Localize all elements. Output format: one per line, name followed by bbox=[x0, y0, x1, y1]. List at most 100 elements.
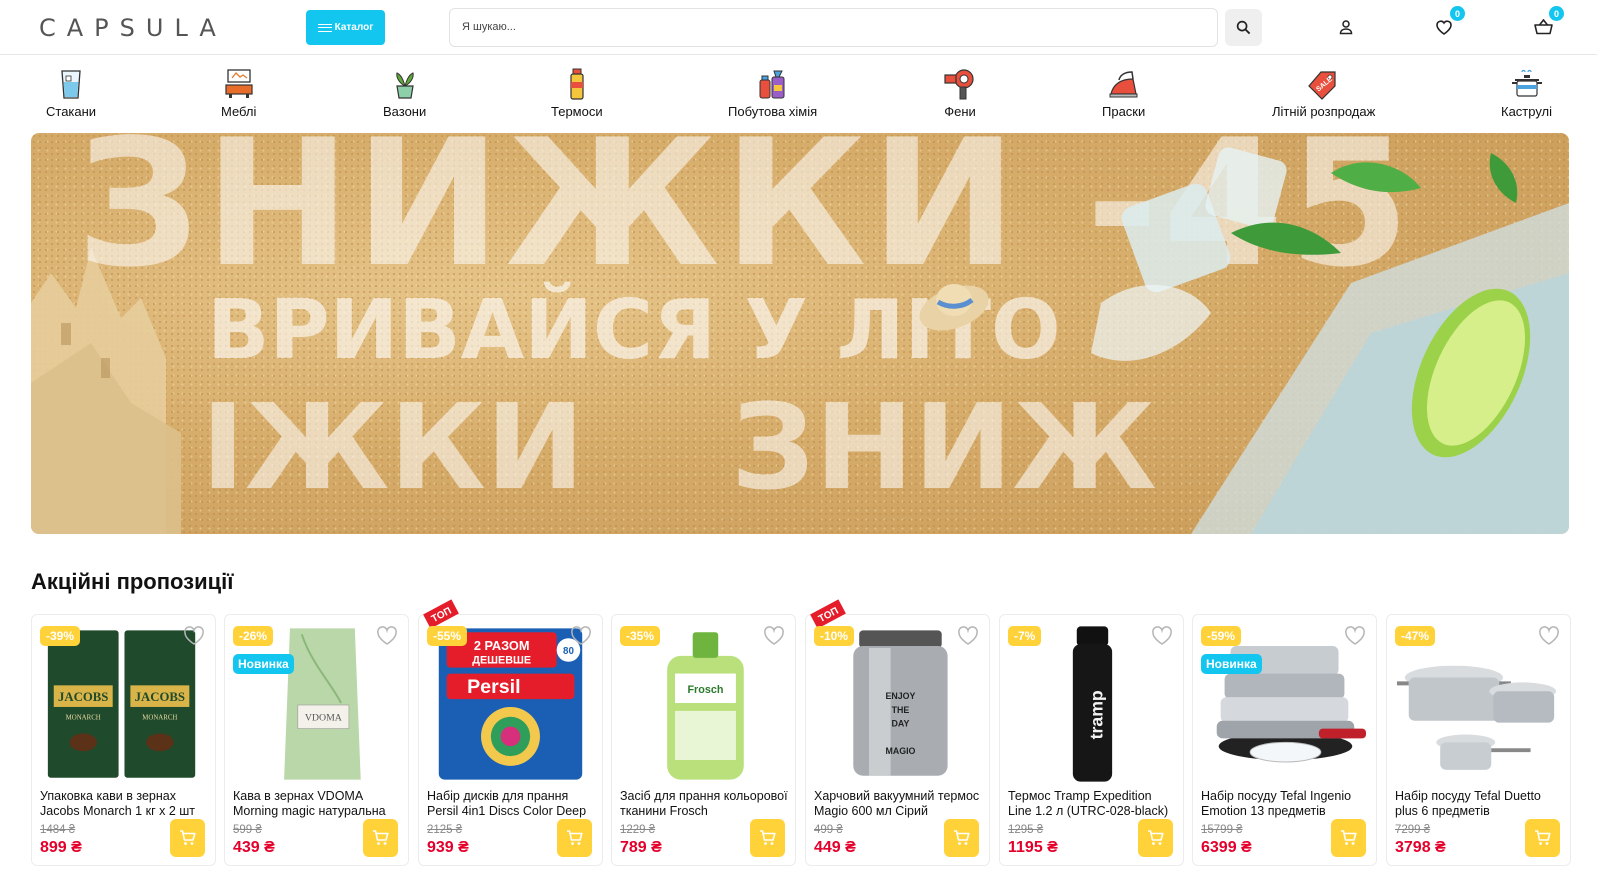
add-to-cart-button[interactable] bbox=[1525, 819, 1560, 857]
category-thermoses[interactable]: Термоси bbox=[551, 68, 603, 119]
product-image[interactable] bbox=[1201, 625, 1368, 785]
product-name[interactable]: Харчовий вакуумний термос Magio 600 мл С… bbox=[814, 789, 984, 820]
svg-text:MONARCH: MONARCH bbox=[142, 715, 177, 722]
svg-text:ENJOY: ENJOY bbox=[885, 691, 915, 701]
product-card[interactable]: 2 РАЗОМ ДЕШЕВШЕ 80 Persil ТОП -55% Набір дискі… bbox=[418, 599, 603, 866]
discount-badge: -47% bbox=[1395, 626, 1436, 646]
category-label: Побутова хімія bbox=[728, 104, 818, 119]
basket-icon bbox=[1533, 19, 1553, 35]
add-to-cart-button[interactable] bbox=[1331, 819, 1366, 857]
add-to-cart-button[interactable] bbox=[1138, 819, 1173, 857]
cart-icon bbox=[180, 830, 196, 845]
product-name[interactable]: Засіб для прання кольорової тканини Fros… bbox=[620, 789, 790, 820]
pot-icon bbox=[1511, 69, 1542, 97]
product-image[interactable]: ENJOY THE DAY MAGIO bbox=[814, 625, 981, 785]
product-card[interactable]: Frosch -35% Засіб для прання кольорової тк… bbox=[611, 614, 796, 866]
category-flowerpots[interactable]: Вазони bbox=[383, 68, 426, 119]
search-icon bbox=[1236, 20, 1251, 35]
sun-hat-image bbox=[919, 284, 989, 331]
category-pots[interactable]: Каструлі bbox=[1501, 68, 1552, 119]
current-price: 899 ₴ bbox=[40, 839, 82, 856]
heart-icon[interactable] bbox=[1538, 626, 1560, 646]
catalog-button[interactable]: Каталог bbox=[306, 10, 385, 45]
discount-badge: -26% bbox=[233, 626, 274, 646]
hero-banner[interactable]: ЗНИЖКИ -45 ВРИВАЙСЯ У ЛІТО ІЖКИ ЗНИЖ bbox=[31, 133, 1569, 534]
heart-icon bbox=[1436, 20, 1452, 35]
old-price: 7299 ₴ bbox=[1395, 824, 1431, 836]
product-card[interactable]: VDOMA -26% Новинка Кава в зернах VDOMA Morn… bbox=[224, 614, 409, 866]
banner-text-left: ІЖКИ bbox=[201, 378, 585, 516]
category-glasses[interactable]: Стакани bbox=[46, 68, 96, 119]
svg-text:Persil: Persil bbox=[467, 676, 520, 698]
add-to-cart-button[interactable] bbox=[557, 819, 592, 857]
new-badge: Новинка bbox=[1201, 654, 1262, 674]
product-card[interactable]: ENJOY THE DAY MAGIO ТОП -10% Харчовий вакуумни… bbox=[805, 599, 990, 866]
cart-icon bbox=[1341, 830, 1357, 845]
category-label: Літній розпродаж bbox=[1272, 104, 1376, 119]
product-card[interactable]: -59% Новинка Набір посуду Tefal Ingenio Em… bbox=[1192, 614, 1377, 866]
product-card[interactable]: JACOBS JACOBS MONARCH MONARCH -39% Упаковка к… bbox=[31, 614, 216, 866]
heart-icon[interactable] bbox=[957, 626, 979, 646]
add-to-cart-button[interactable] bbox=[750, 819, 785, 857]
heart-icon[interactable] bbox=[1344, 626, 1366, 646]
heart-icon[interactable] bbox=[763, 626, 785, 646]
category-summer-sale[interactable]: SALE Літній розпродаж bbox=[1272, 68, 1375, 119]
product-image[interactable]: VDOMA bbox=[233, 625, 400, 785]
product-name[interactable]: Набір дисків для прання Persil 4in1 Disc… bbox=[427, 789, 597, 820]
add-to-cart-button[interactable] bbox=[170, 819, 205, 857]
search-input[interactable]: Я шукаю... bbox=[449, 8, 1218, 47]
cart-icon bbox=[760, 830, 776, 845]
svg-text:ДЕШЕВШЕ: ДЕШЕВШЕ bbox=[472, 655, 531, 667]
discount-badge: -7% bbox=[1008, 626, 1042, 646]
add-to-cart-button[interactable] bbox=[944, 819, 979, 857]
cart-icon bbox=[1535, 830, 1551, 845]
old-price: 599 ₴ bbox=[233, 824, 262, 836]
svg-text:VDOMA: VDOMA bbox=[305, 713, 343, 724]
product-card[interactable]: tramp -7% Термос Tramp Expedition Line 1.2… bbox=[999, 614, 1184, 866]
category-label: Меблі bbox=[221, 104, 257, 119]
category-label: Каструлі bbox=[1501, 104, 1553, 119]
product-image[interactable]: JACOBS JACOBS MONARCH MONARCH bbox=[40, 625, 207, 785]
product-name[interactable]: Набір посуду Tefal Duetto plus 6 предмет… bbox=[1395, 789, 1565, 820]
old-price: 1295 ₴ bbox=[1008, 824, 1044, 836]
current-price: 439 ₴ bbox=[233, 839, 275, 856]
product-name[interactable]: Термос Tramp Expedition Line 1.2 л (UTRC… bbox=[1008, 789, 1178, 820]
site-header: CAPSULA Каталог Я шукаю... 0 0 bbox=[0, 0, 1597, 55]
svg-text:80: 80 bbox=[563, 646, 574, 657]
product-name[interactable]: Упаковка кави в зернах Jacobs Monarch 1 … bbox=[40, 789, 210, 820]
category-label: Праски bbox=[1102, 104, 1146, 119]
old-price: 15799 ₴ bbox=[1201, 824, 1243, 836]
svg-text:Frosch: Frosch bbox=[687, 684, 723, 696]
heart-icon[interactable] bbox=[570, 626, 592, 646]
product-image[interactable]: tramp bbox=[1008, 625, 1175, 785]
product-name[interactable]: Кава в зернах VDOMA Morning magic натура… bbox=[233, 789, 403, 820]
current-price: 789 ₴ bbox=[620, 839, 662, 856]
search-button[interactable] bbox=[1225, 9, 1262, 46]
iron-icon bbox=[1109, 71, 1138, 98]
add-to-cart-button[interactable] bbox=[363, 819, 398, 857]
heart-icon[interactable] bbox=[376, 626, 398, 646]
catalog-button-label: Каталог bbox=[334, 22, 374, 33]
account-button[interactable] bbox=[1333, 14, 1359, 40]
product-image[interactable] bbox=[1395, 625, 1562, 785]
category-household-chemicals[interactable]: Побутова хімія bbox=[728, 68, 817, 119]
thermos-icon bbox=[570, 68, 584, 100]
svg-text:MAGIO: MAGIO bbox=[885, 746, 915, 756]
product-image[interactable]: 2 РАЗОМ ДЕШЕВШЕ 80 Persil bbox=[427, 625, 594, 785]
heart-icon[interactable] bbox=[1151, 626, 1173, 646]
heart-icon[interactable] bbox=[183, 626, 205, 646]
wishlist-count-badge: 0 bbox=[1450, 6, 1465, 21]
svg-text:tramp: tramp bbox=[1086, 690, 1106, 739]
product-card[interactable]: -47% Набір посуду Tefal Duetto plus 6 пре… bbox=[1386, 614, 1571, 866]
category-furniture[interactable]: Меблі bbox=[221, 68, 256, 119]
product-name[interactable]: Набір посуду Tefal Ingenio Emotion 13 пр… bbox=[1201, 789, 1371, 820]
cart-button[interactable]: 0 bbox=[1530, 6, 1564, 40]
product-image[interactable]: Frosch bbox=[620, 625, 787, 785]
current-price: 939 ₴ bbox=[427, 839, 469, 856]
site-logo[interactable]: CAPSULA bbox=[39, 14, 227, 42]
category-hairdryers[interactable]: Фени bbox=[943, 68, 977, 119]
wishlist-button[interactable]: 0 bbox=[1431, 6, 1465, 40]
discount-badge: -39% bbox=[40, 626, 81, 646]
category-label: Стакани bbox=[46, 104, 97, 119]
category-irons[interactable]: Праски bbox=[1102, 68, 1145, 119]
